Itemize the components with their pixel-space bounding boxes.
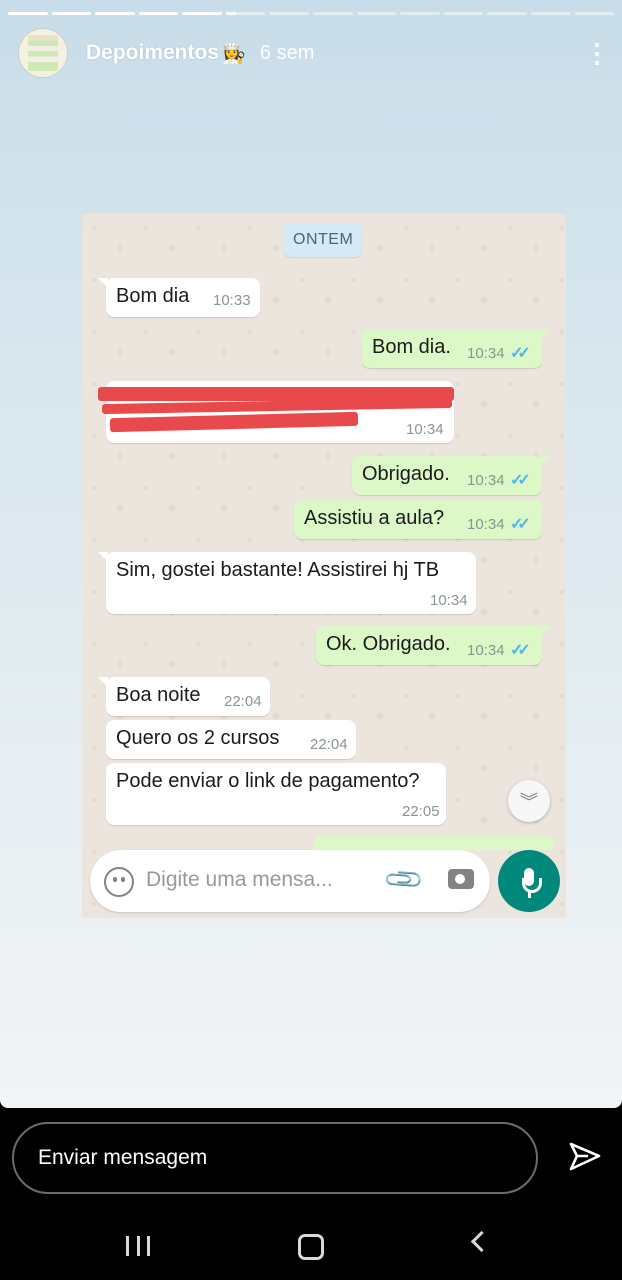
emoji-icon[interactable] [104,867,134,897]
back-icon[interactable] [470,1230,493,1253]
message-text: Obrigado. [362,463,450,485]
message-incoming: Quero os 2 cursos 22:04 [106,720,356,759]
story-progress-segment [269,12,310,15]
message-time: 10:33 [213,292,251,309]
message-incoming: Bom dia 10:33 [98,278,260,317]
message-time: 10:34 [467,516,505,533]
microphone-button[interactable] [498,850,560,912]
story-progress-segment [530,12,571,15]
read-ticks-icon: ✓✓ [510,472,531,489]
message-incoming: Pode enviar o link de pagamento? 22:05 [106,763,446,825]
message-incoming: Sim, gostei bastante! Assistirei hj TB 1… [98,552,476,614]
story-progress-segment [8,12,48,15]
story-progress-bar [8,12,615,15]
message-time: 10:34 [467,345,505,362]
story-progress-segment [574,12,615,15]
send-icon[interactable] [568,1140,602,1174]
message-incoming: Boa noite 22:04 [98,677,270,716]
message-text: Quero os 2 cursos [116,727,280,749]
message-text: Pode enviar o link de pagamento? [116,770,420,792]
chat-screenshot: ONTEM Bom dia 10:33 Bom dia. 10:34 ✓✓ 10… [82,214,566,918]
story-progress-segment [51,12,92,15]
read-ticks-icon: ✓✓ [510,516,531,533]
message-time: 10:34 [430,592,468,609]
message-text: Assistiu a aula? [304,507,445,529]
message-text: Bom dia [116,285,190,307]
paperclip-icon[interactable]: 📎 [382,857,427,902]
message-outgoing: Ok. Obrigado. 10:34 ✓✓ [316,626,550,665]
story-header: Depoimentos 👩‍🍳 6 sem ⋮ [18,28,610,78]
camera-icon[interactable] [448,869,474,889]
double-chevron-down-icon[interactable]: ︾ [508,780,550,822]
story-progress-segment [95,12,135,15]
reply-input[interactable]: Enviar mensagem [12,1122,538,1194]
story-progress-segment [356,12,397,15]
story-progress-segment [313,12,353,15]
read-ticks-icon: ✓✓ [510,642,531,659]
message-outgoing-partial [314,836,554,850]
message-text: Sim, gostei bastante! Assistirei hj TB [116,559,440,581]
story-progress-segment [225,12,266,15]
story-view[interactable]: Depoimentos 👩‍🍳 6 sem ⋮ ONTEM Bom dia 10… [0,0,622,1108]
redaction-mark [109,411,359,433]
story-progress-segment [182,12,222,15]
message-outgoing: Bom dia. 10:34 ✓✓ [362,329,550,368]
message-incoming-redacted: 10:34 [98,381,454,443]
message-time: 10:34 [467,472,505,489]
message-text: Bom dia. [372,336,451,358]
story-progress-segment [138,12,179,15]
message-time: 22:04 [224,693,262,710]
account-avatar[interactable] [18,28,68,78]
story-time-ago: 6 sem [259,41,315,64]
message-outgoing: Assistiu a aula? 10:34 ✓✓ [294,500,542,539]
message-time: 10:34 [406,421,444,438]
message-text: Ok. Obrigado. [326,633,451,655]
message-composer[interactable]: Digite uma mensa... 📎 [90,850,490,912]
read-ticks-icon: ✓✓ [510,345,531,362]
reply-placeholder[interactable]: Enviar mensagem [38,1146,207,1170]
message-time: 22:04 [310,736,348,753]
message-time: 10:34 [467,642,505,659]
recent-apps-icon[interactable] [126,1236,150,1256]
message-time: 22:05 [402,803,440,820]
story-progress-segment [487,12,527,15]
system-navigation-bar [0,1210,622,1280]
message-text: Boa noite [116,684,201,706]
date-separator: ONTEM [284,223,363,257]
message-outgoing: Obrigado. 10:34 ✓✓ [352,456,550,495]
chef-emoji: 👩‍🍳 [221,42,246,65]
composer-placeholder[interactable]: Digite uma mensa... [146,868,333,892]
account-name[interactable]: Depoimentos [86,41,219,65]
more-options-icon[interactable]: ⋮ [584,40,610,66]
home-icon[interactable] [298,1234,324,1260]
story-progress-segment [400,12,440,15]
story-progress-segment [443,12,484,15]
